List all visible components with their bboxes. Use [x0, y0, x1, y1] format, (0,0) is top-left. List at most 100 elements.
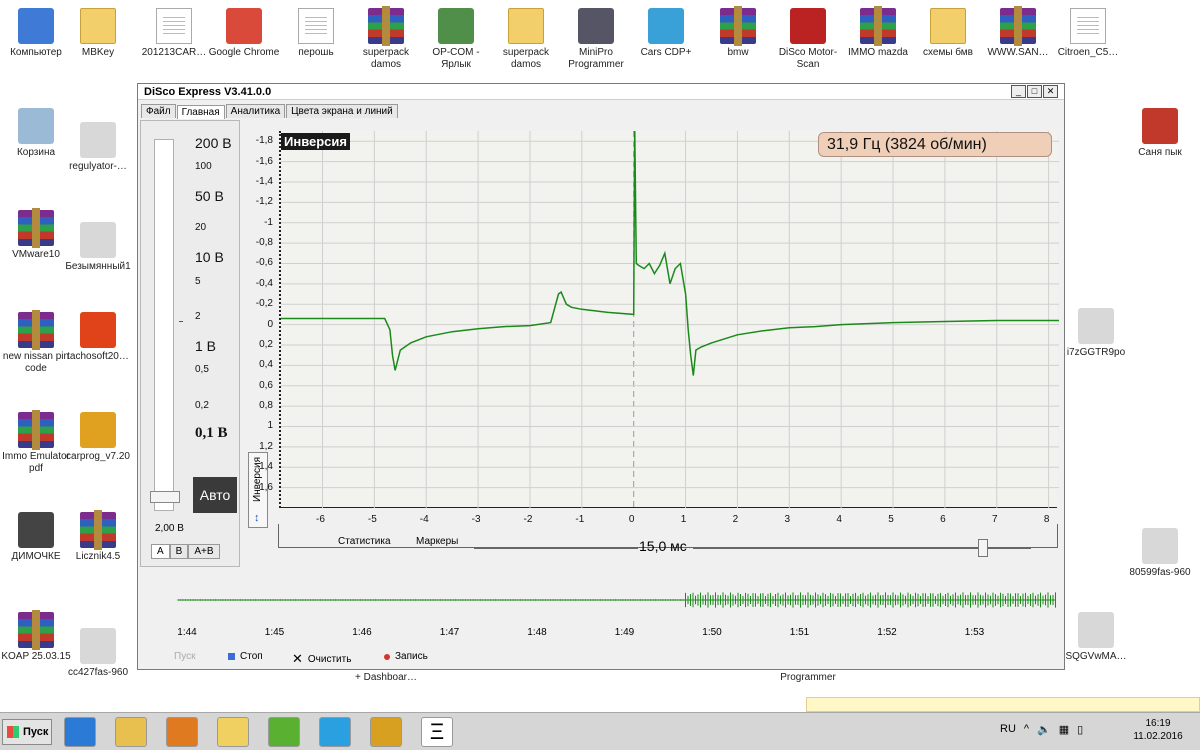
- voltage-label-20[interactable]: 20: [195, 222, 206, 233]
- clear-button[interactable]: ✕ Очистить: [292, 651, 351, 667]
- voltage-label-5[interactable]: 5: [195, 276, 201, 287]
- y-tick-label: 1,6: [259, 481, 273, 493]
- desktop-icon[interactable]: Cars CDP+: [630, 8, 702, 59]
- maximize-button[interactable]: □: [1027, 85, 1042, 98]
- close-button[interactable]: ✕: [1043, 85, 1058, 98]
- y-tick-label: -1,4: [255, 175, 273, 187]
- desktop-icon[interactable]: carprog_v7.20: [62, 412, 134, 463]
- y-tick-label: 0,8: [259, 400, 273, 412]
- y-tick-label: -0,4: [255, 277, 273, 289]
- voltage-slider-track[interactable]: [154, 139, 174, 511]
- desktop-icon[interactable]: 80599fas-960: [1124, 528, 1196, 579]
- desktop-icon[interactable]: MiniPro Programmer: [560, 8, 632, 71]
- desktop-icon[interactable]: regulyator-…: [62, 122, 134, 173]
- disco-icon[interactable]: [370, 717, 402, 747]
- tab-main[interactable]: Главная: [176, 105, 225, 119]
- voltage-label-1[interactable]: 1 В: [195, 338, 216, 354]
- markers-button[interactable]: Маркеры: [416, 536, 458, 547]
- timebase-readout: 15,0 мс: [639, 538, 687, 554]
- inversion-label: Инверсия: [281, 133, 350, 150]
- desktop-icon[interactable]: cc427fas-960: [62, 628, 134, 679]
- desktop-icon[interactable]: superpack damos: [350, 6, 422, 71]
- desktop-icon[interactable]: WWW.SAN…: [982, 6, 1054, 59]
- desktop-icon[interactable]: перошь: [280, 8, 352, 59]
- taskbar: Пуск Ξ RU ^ 🔈 ▦ ▯ 16:19 11.02.2016: [0, 712, 1200, 750]
- start-menu-button[interactable]: Пуск: [2, 719, 52, 745]
- desktop-icon[interactable]: схемы бмв: [912, 8, 984, 59]
- clear-icon: ✕: [292, 651, 303, 666]
- desktop-icon-label: перошь: [298, 47, 334, 58]
- tab-file[interactable]: Файл: [141, 104, 176, 118]
- oscilloscope-plot[interactable]: [279, 126, 1059, 508]
- image-icon: [80, 628, 116, 664]
- channel-tab-b[interactable]: B: [169, 544, 189, 559]
- desktop-icon[interactable]: Саня пык: [1124, 108, 1196, 159]
- stop-button[interactable]: Стоп: [228, 651, 263, 662]
- desktop-icon[interactable]: bmw: [702, 6, 774, 59]
- minimize-button[interactable]: _: [1011, 85, 1026, 98]
- voltage-label-2[interactable]: 2: [195, 311, 201, 322]
- pdf-icon: [1142, 108, 1178, 144]
- winrar-icon: [18, 610, 54, 650]
- voltage-label-100[interactable]: 100: [195, 161, 212, 172]
- desktop-icon[interactable]: Google Chrome: [208, 8, 280, 59]
- voltage-label-50[interactable]: 50 В: [195, 188, 224, 204]
- desktop-icon[interactable]: 201213CAR…: [138, 8, 210, 59]
- key-icon: [80, 412, 116, 448]
- timebase-slider-thumb[interactable]: [978, 539, 988, 557]
- overview-time-label: 1:52: [877, 627, 897, 638]
- channel-tab-a[interactable]: A: [151, 544, 170, 559]
- chevron-up-icon[interactable]: ^: [1024, 723, 1029, 736]
- voltage-label-0-5[interactable]: 0,5: [195, 364, 209, 375]
- y-tick-label: 0,2: [259, 338, 273, 350]
- desktop-icon[interactable]: tachosoft20…: [62, 312, 134, 363]
- video-icon: [18, 512, 54, 548]
- desktop-icon[interactable]: Citroen_C5…: [1052, 8, 1124, 59]
- voltage-label-10[interactable]: 10 В: [195, 249, 224, 265]
- desktop-icon[interactable]: Безымянный1: [62, 222, 134, 273]
- skype-icon[interactable]: [319, 717, 351, 747]
- desktop-icon[interactable]: DiSco Motor-Scan: [772, 8, 844, 71]
- desktop-icon-label: bmw: [727, 47, 749, 58]
- voltage-panel: 200 В 100 50 В 20 10 В 5 2 1 В 0,5 0,2 0…: [140, 120, 240, 567]
- tick-mark: [179, 321, 183, 322]
- record-button[interactable]: Запись: [384, 651, 428, 662]
- desktop-icon-label: Безымянный1: [65, 261, 131, 272]
- auto-button[interactable]: Авто: [193, 477, 237, 513]
- battery-icon[interactable]: ▯: [1077, 723, 1083, 736]
- desktop-icon[interactable]: Licznik4.5: [62, 510, 134, 563]
- start-button[interactable]: Пуск: [174, 651, 195, 662]
- clock[interactable]: 16:19 11.02.2016: [1118, 717, 1198, 743]
- desktop-icon-label-partial: + Dashboar…: [350, 672, 422, 684]
- language-indicator[interactable]: RU: [1000, 723, 1016, 736]
- title-bar[interactable]: DiSco Express V3.41.0.0 _ □ ✕: [138, 84, 1064, 100]
- window-title: DiSco Express V3.41.0.0: [144, 86, 272, 98]
- voltage-label-0-1[interactable]: 0,1 В: [195, 425, 228, 442]
- xi-icon[interactable]: Ξ: [421, 717, 453, 747]
- tab-analytics[interactable]: Аналитика: [225, 104, 286, 118]
- desktop-icon[interactable]: IMMO mazda: [842, 6, 914, 59]
- ie-icon[interactable]: [64, 717, 96, 747]
- frequency-readout: 31,9 Гц (3824 об/мин): [818, 132, 1052, 157]
- voltage-label-0-2[interactable]: 0,2: [195, 400, 209, 411]
- network-icon[interactable]: ▦: [1059, 723, 1069, 736]
- desktop-icon[interactable]: MBKey: [62, 8, 134, 59]
- statistics-button[interactable]: Статистика: [338, 536, 391, 547]
- tab-colors[interactable]: Цвета экрана и линий: [286, 104, 398, 118]
- desktop-icon[interactable]: SQGVwMA…: [1060, 612, 1132, 663]
- speaker-icon[interactable]: 🔈: [1037, 723, 1051, 736]
- explorer-icon[interactable]: [115, 717, 147, 747]
- channel-tab-ab[interactable]: A+B: [188, 544, 220, 559]
- desktop-icon[interactable]: superpack damos: [490, 8, 562, 71]
- chrome-icon: [226, 8, 262, 44]
- winrar-icon: [18, 208, 54, 248]
- desktop-icon-label: superpack damos: [502, 47, 550, 70]
- media-icon[interactable]: [166, 717, 198, 747]
- icq-icon[interactable]: [268, 717, 300, 747]
- desktop-icon-label: carprog_v7.20: [66, 451, 130, 462]
- desktop-icon[interactable]: i7zGGTR9po: [1060, 308, 1132, 359]
- desktop-icon[interactable]: OP-COM - Ярлык: [420, 8, 492, 71]
- voltage-slider-thumb[interactable]: [150, 491, 180, 503]
- voltage-label-200[interactable]: 200 В: [195, 135, 232, 151]
- folder-icon[interactable]: [217, 717, 249, 747]
